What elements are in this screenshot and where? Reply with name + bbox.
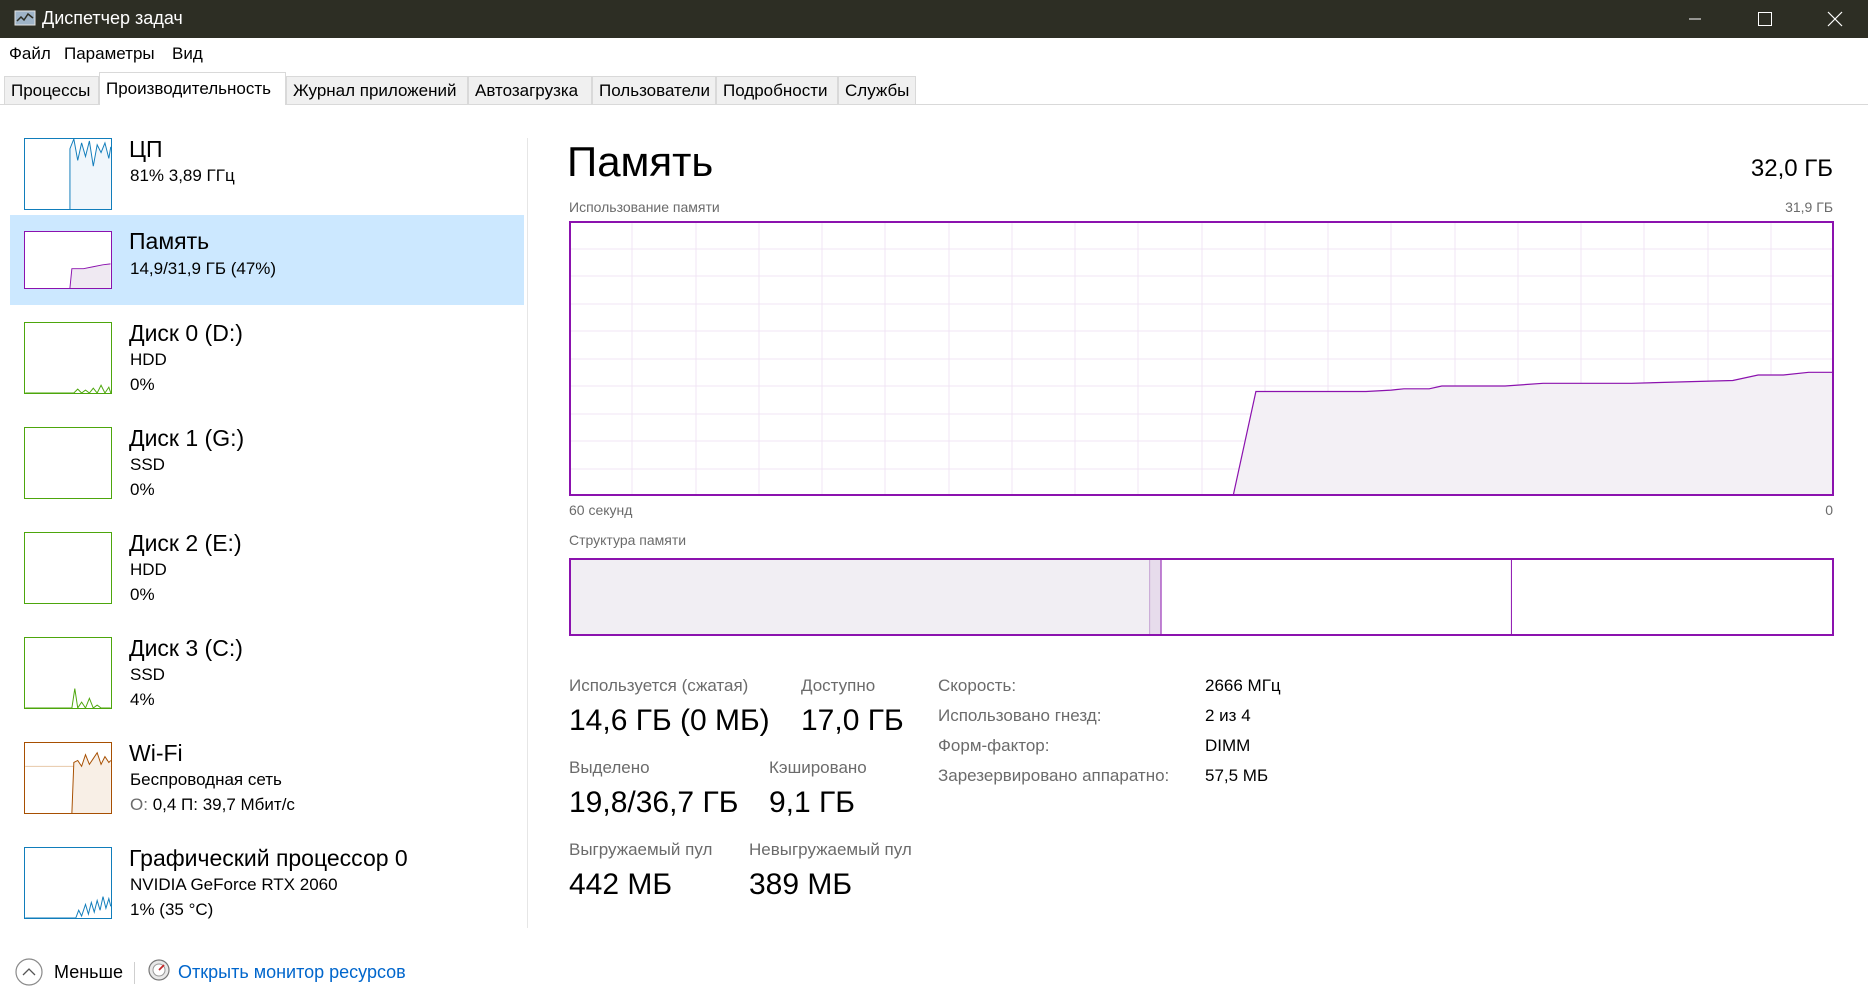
menu-options[interactable]: Параметры [64,44,155,64]
minimize-icon [1689,18,1701,20]
title-bar: Диспетчер задач [0,0,1868,38]
graph-time-end: 0 [1825,502,1833,518]
sidebar-item-disk-2[interactable]: Диск 2 (E:) HDD 0% [10,522,524,622]
memory-composition-bar [569,558,1834,636]
close-button[interactable] [1800,0,1868,38]
menu-view[interactable]: Вид [172,44,203,64]
tab-users[interactable]: Пользователи [592,76,716,104]
sidebar-item-type: HDD [130,560,167,579]
sidebar-item-usage: 1% (35 °C) [130,900,214,919]
slots-value: 2 из 4 [1205,706,1251,725]
composition-label: Структура памяти [569,532,687,548]
nonpaged-pool-value: 389 МБ [749,868,853,901]
throughput-values: 0,4 П: 39,7 Мбит/с [152,795,295,814]
open-resource-monitor-link[interactable]: Открыть монитор ресурсов [178,962,406,983]
gpu-thumbnail-graph [24,847,112,919]
disk-1-thumbnail-graph [24,427,112,499]
tab-performance[interactable]: Производительность [99,72,286,105]
sidebar-item-title: Память [129,228,210,254]
sidebar-item-detail: 81% 3,89 ГГц [130,166,235,185]
cpu-thumbnail-graph [24,138,112,210]
sidebar-item-type: HDD [130,350,167,369]
cached-value: 9,1 ГБ [769,786,855,819]
sidebar-item-usage: 4% [130,690,155,709]
resource-monitor-icon[interactable] [147,958,171,982]
sidebar-item-title: Диск 0 (D:) [129,320,243,346]
memory-usage-graph [569,221,1834,496]
fewer-details-label: Меньше [54,962,123,982]
sidebar-item-usage: 0% [130,585,155,604]
cached-label: Кэшировано [769,758,867,777]
tab-services[interactable]: Службы [838,76,916,104]
sidebar-item-type: Беспроводная сеть [130,770,282,789]
usage-graph-label: Использование памяти [569,199,720,215]
page-title: Память [567,138,714,185]
sidebar-item-gpu[interactable]: Графический процессор 0 NVIDIA GeForce R… [10,837,524,937]
maximize-icon [1758,12,1772,26]
footer-separator [134,962,135,984]
form-factor-value: DIMM [1205,736,1251,755]
sidebar-item-title: Графический процессор 0 [129,845,408,871]
available-value: 17,0 ГБ [801,704,904,737]
tab-startup[interactable]: Автозагрузка [468,76,592,104]
sidebar-item-disk-0[interactable]: Диск 0 (D:) HDD 0% [10,312,524,412]
disk-2-thumbnail-graph [24,532,112,604]
form-factor-label: Форм-фактор: [938,736,1050,755]
task-manager-icon [14,10,36,26]
in-use-value: 14,6 ГБ (0 МБ) [569,704,770,737]
slots-label: Использовано гнезд: [938,706,1102,725]
reserved-value: 57,5 МБ [1205,766,1269,785]
committed-value: 19,8/36,7 ГБ [569,786,739,819]
sidebar-item-usage: 0% [130,480,155,499]
speed-label: Скорость: [938,676,1017,695]
paged-pool-value: 442 МБ [569,868,673,901]
nonpaged-pool-label: Невыгружаемый пул [749,840,912,859]
sidebar-item-model: NVIDIA GeForce RTX 2060 [130,875,338,894]
send-label: О: [130,795,148,814]
maximize-button[interactable] [1730,0,1800,38]
sidebar-item-disk-3[interactable]: Диск 3 (C:) SSD 4% [10,627,524,727]
sidebar-item-cpu[interactable]: ЦП 81% 3,89 ГГц [10,128,524,210]
tab-details[interactable]: Подробности [716,76,838,104]
chevron-up-icon [15,958,43,986]
window-title: Диспетчер задач [42,8,183,28]
committed-label: Выделено [569,758,650,777]
sidebar-item-title: ЦП [129,136,163,162]
menu-file[interactable]: Файл [9,44,51,64]
graph-time-start: 60 секунд [569,502,633,518]
wifi-thumbnail-graph [24,742,112,814]
available-label: Доступно [801,676,876,695]
reserved-label: Зарезервировано аппаратно: [938,766,1170,785]
paged-pool-label: Выгружаемый пул [569,840,713,859]
tab-processes[interactable]: Процессы [4,76,99,104]
menu-bar: Файл Параметры Вид [0,38,1868,70]
sidebar-item-detail: 14,9/31,9 ГБ (47%) [130,259,277,278]
sidebar-item-disk-1[interactable]: Диск 1 (G:) SSD 0% [10,417,524,517]
composition-in-use [570,559,1150,635]
memory-thumbnail-graph [24,231,112,289]
minimize-button[interactable] [1660,0,1730,38]
disk-0-thumbnail-graph [24,322,112,394]
sidebar-item-type: SSD [130,455,165,474]
sidebar-item-title: Диск 1 (G:) [129,425,245,451]
sidebar-item-title: Диск 2 (E:) [129,530,242,556]
sidebar-item-wifi[interactable]: Wi-Fi Беспроводная сеть О: 0,4 П: 39,7 М… [10,732,524,832]
speed-value: 2666 МГц [1205,676,1281,695]
sidebar-item-throughput: О: 0,4 П: 39,7 Мбит/с [130,795,295,815]
sidebar-divider [527,138,528,928]
sidebar-item-memory[interactable]: Память 14,9/31,9 ГБ (47%) [10,215,524,305]
usage-graph-max: 31,9 ГБ [1785,199,1833,215]
sidebar-item-title: Диск 3 (C:) [129,635,243,661]
sidebar-item-usage: 0% [130,375,155,394]
fewer-details-button[interactable]: Меньше [14,955,134,989]
composition-modified [1149,559,1162,635]
close-icon [1827,11,1843,27]
in-use-label: Используется (сжатая) [569,676,749,695]
total-memory: 32,0 ГБ [1750,155,1833,182]
sidebar-item-type: SSD [130,665,165,684]
disk-3-thumbnail-graph [24,637,112,709]
sidebar-item-title: Wi-Fi [129,740,183,766]
tab-app-history[interactable]: Журнал приложений [286,76,468,104]
tab-bar: Процессы Производительность Журнал прило… [0,72,1868,105]
